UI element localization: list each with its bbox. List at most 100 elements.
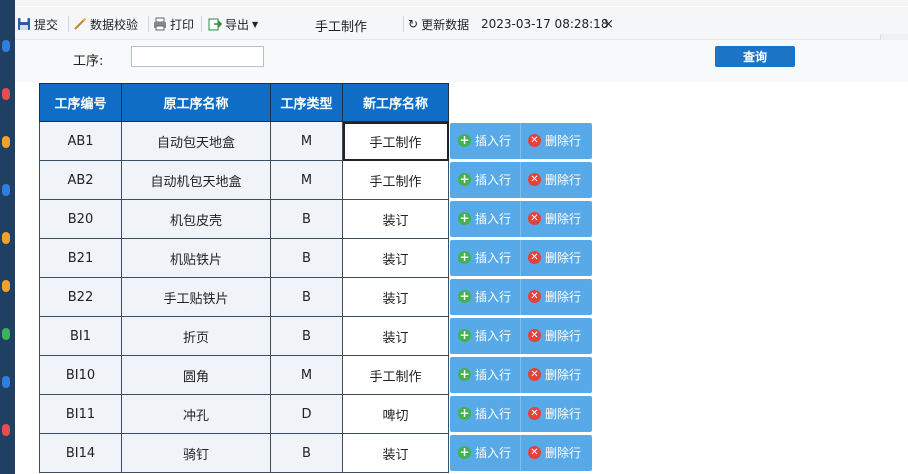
query-button[interactable]: 查询 [715,46,795,67]
insert-row-button[interactable]: + 插入行 [458,288,511,305]
process-type-cell: B [270,433,343,473]
table-row[interactable]: AB1 自动包天地盒 M 手工制作 [39,121,449,161]
delete-row-label: 删除行 [545,134,582,148]
refresh-label: 更新数据 [421,17,470,32]
insert-row-label: 插入行 [475,446,512,460]
process-type-cell: M [270,355,343,395]
delete-row-button[interactable]: ✕ 删除行 [528,366,581,383]
new-name-cell[interactable]: 手工制作 [342,121,449,161]
delete-row-label: 删除行 [545,212,582,226]
action-divider [520,396,521,432]
sidebar-app-icon[interactable] [2,88,10,100]
delete-row-button[interactable]: ✕ 删除行 [528,171,581,188]
sidebar-app-icon[interactable] [2,232,10,244]
table-row[interactable]: B22 手工贴铁片 B 装订 [39,277,449,317]
insert-row-label: 插入行 [475,368,512,382]
row-action-group: + 插入行 ✕ 删除行 [450,162,592,198]
process-type-cell: D [270,394,343,434]
table-row[interactable]: B20 机包皮壳 B 装订 [39,199,449,239]
action-divider [520,201,521,237]
table-row[interactable]: BI1 折页 B 装订 [39,316,449,356]
delete-row-button[interactable]: ✕ 删除行 [528,405,581,422]
delete-row-button[interactable]: ✕ 删除行 [528,327,581,344]
original-name-cell: 机包皮壳 [121,199,271,239]
insert-row-label: 插入行 [475,329,512,343]
process-code-cell: AB1 [39,121,122,161]
bookmark-strip [15,0,908,6]
process-input[interactable] [131,46,264,67]
table-row[interactable]: B21 机贴铁片 B 装订 [39,238,449,278]
insert-row-button[interactable]: + 插入行 [458,171,511,188]
new-name-cell[interactable]: 装订 [342,433,449,473]
submit-button[interactable]: 提交 [17,16,58,32]
toolbar: 提交 数据校验 打印 导出 ▼ 手工制作 ↻ 更新数据 2023-03-17 0… [15,7,908,40]
delete-row-button[interactable]: ✕ 删除行 [528,249,581,266]
new-name-cell[interactable]: 装订 [342,316,449,356]
close-icon[interactable]: × [603,16,614,32]
action-divider [520,279,521,315]
delete-row-label: 删除行 [545,446,582,460]
new-name-cell[interactable]: 装订 [342,238,449,278]
sidebar-app-icon[interactable] [2,328,10,340]
delete-icon: ✕ [528,446,541,459]
insert-row-button[interactable]: + 插入行 [458,132,511,149]
export-icon [208,17,223,31]
delete-row-label: 删除行 [545,368,582,382]
original-name-cell: 骑钉 [121,433,271,473]
insert-row-label: 插入行 [475,290,512,304]
delete-row-button[interactable]: ✕ 删除行 [528,288,581,305]
new-name-cell[interactable]: 手工制作 [342,160,449,200]
insert-row-button[interactable]: + 插入行 [458,327,511,344]
header-original-name[interactable]: 原工序名称 [121,83,271,122]
table-body: AB1 自动包天地盒 M 手工制作 AB2 自动机包天地盒 M 手工制作 B20 机包皮壳 B 装订 B… [39,121,449,473]
delete-row-label: 删除行 [545,290,582,304]
sidebar-app-icon[interactable] [2,184,10,196]
header-process-type[interactable]: 工序类型 [270,83,343,122]
sidebar-app-icon[interactable] [2,280,10,292]
delete-icon: ✕ [528,407,541,420]
new-name-cell[interactable]: 装订 [342,199,449,239]
print-label: 打印 [170,17,195,32]
table-row[interactable]: BI14 骑钉 B 装订 [39,433,449,473]
export-button[interactable]: 导出 ▼ [208,16,258,32]
insert-row-label: 插入行 [475,407,512,421]
print-button[interactable]: 打印 [153,16,194,32]
delete-row-button[interactable]: ✕ 删除行 [528,210,581,227]
sidebar-app-icon[interactable] [2,40,10,52]
insert-row-button[interactable]: + 插入行 [458,405,511,422]
filter-bar: 工序: 查询 [15,40,908,82]
delete-icon: ✕ [528,251,541,264]
original-name-cell: 手工贴铁片 [121,277,271,317]
new-name-cell[interactable]: 装订 [342,277,449,317]
delete-row-button[interactable]: ✕ 删除行 [528,132,581,149]
header-new-name[interactable]: 新工序名称 [342,83,449,122]
table-row[interactable]: AB2 自动机包天地盒 M 手工制作 [39,160,449,200]
delete-icon: ✕ [528,329,541,342]
plus-icon: + [458,250,471,264]
delete-row-button[interactable]: ✕ 删除行 [528,444,581,461]
process-code-cell: BI11 [39,394,122,434]
action-divider [520,357,521,393]
insert-row-button[interactable]: + 插入行 [458,210,511,227]
validate-button[interactable]: 数据校验 [73,16,138,32]
sidebar-app-icon[interactable] [2,376,10,388]
action-divider [520,318,521,354]
delete-icon: ✕ [528,134,541,147]
refresh-button[interactable]: ↻ 更新数据 [408,16,469,32]
table-header-row: 工序编号 原工序名称 工序类型 新工序名称 [39,83,449,122]
sidebar-app-icon[interactable] [2,136,10,148]
insert-row-button[interactable]: + 插入行 [458,366,511,383]
process-type-cell: B [270,277,343,317]
header-process-code[interactable]: 工序编号 [39,83,122,122]
insert-row-button[interactable]: + 插入行 [458,249,511,266]
sidebar-app-icon[interactable] [2,424,10,436]
new-name-cell[interactable]: 手工制作 [342,355,449,395]
plus-icon: + [458,211,471,225]
process-code-cell: B20 [39,199,122,239]
table-row[interactable]: BI10 圆角 M 手工制作 [39,355,449,395]
delete-icon: ✕ [528,173,541,186]
new-name-cell[interactable]: 啤切 [342,394,449,434]
delete-row-label: 删除行 [545,251,582,265]
insert-row-button[interactable]: + 插入行 [458,444,511,461]
table-row[interactable]: BI11 冲孔 D 啤切 [39,394,449,434]
